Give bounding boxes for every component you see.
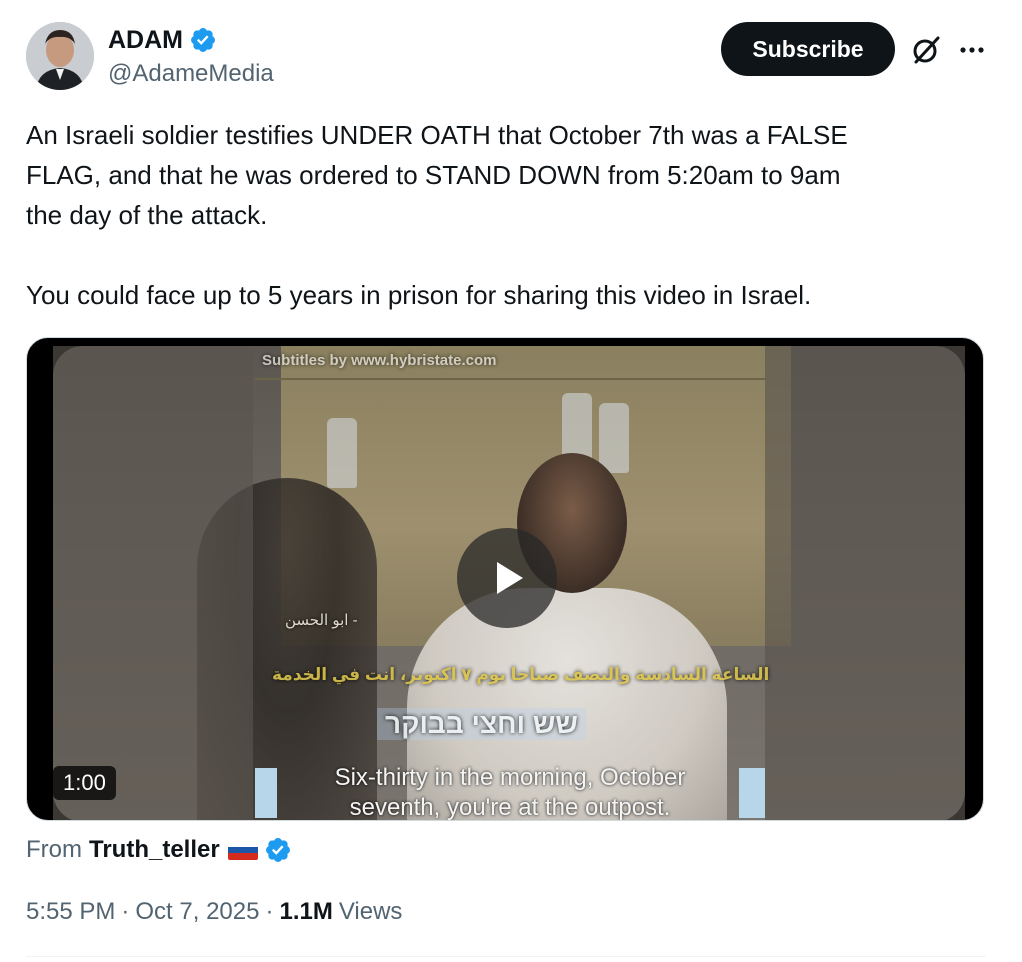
video-bottle xyxy=(599,403,629,473)
tweet-paragraph-2: You could face up to 5 years in prison f… xyxy=(26,280,812,310)
views-count: 1.1M xyxy=(279,898,333,925)
tweet-time[interactable]: 5:55 PM xyxy=(26,898,115,926)
tweet-body: An Israeli soldier testifies UNDER OATH … xyxy=(26,115,976,315)
video-hebrew-subtitle: שש וחצי בבוקר xyxy=(377,708,586,740)
play-icon xyxy=(497,562,523,594)
caption-line-1: Six-thirty in the morning, October xyxy=(334,764,686,791)
video-blur-left xyxy=(53,346,253,820)
verified-badge-icon[interactable] xyxy=(189,26,217,54)
author-handle[interactable]: @AdameMedia xyxy=(108,58,274,90)
more-dots-icon[interactable] xyxy=(958,36,986,64)
avatar[interactable] xyxy=(26,22,94,90)
source-attribution: From Truth_teller xyxy=(26,836,292,864)
video-shelf xyxy=(255,378,765,380)
russia-flag-icon xyxy=(227,840,258,860)
video-arabic-subtitle: الساعة السادسة والنصف صباحا يوم ٧ اكتوبر… xyxy=(272,665,770,684)
video-player[interactable]: Subtitles by www.hybristate.com ابو الحس… xyxy=(26,337,984,821)
tweet-meta: 5:55 PM · Oct 7, 2025 · 1.1M Views xyxy=(26,898,402,926)
video-bottle xyxy=(327,418,357,488)
play-button[interactable] xyxy=(457,528,557,628)
author-display-name[interactable]: ADAM xyxy=(108,24,274,56)
tweet-date[interactable]: Oct 7, 2025 xyxy=(135,898,259,926)
meta-separator: · xyxy=(121,898,130,925)
from-label: From xyxy=(26,836,82,863)
meta-separator: · xyxy=(265,898,274,925)
source-verified-badge-icon[interactable] xyxy=(264,836,292,864)
tweet-paragraph-1: An Israeli soldier testifies UNDER OATH … xyxy=(26,120,848,230)
tweet-header: ADAM @AdameMedia Subscribe xyxy=(26,22,996,92)
video-speaker-name: ابو الحسن - xyxy=(285,612,358,629)
video-watermark: Subtitles by www.hybristate.com xyxy=(262,352,497,369)
author-names: ADAM @AdameMedia xyxy=(108,24,274,90)
views-label: Views xyxy=(338,898,403,925)
subscribe-button[interactable]: Subscribe xyxy=(721,22,895,76)
grok-icon[interactable] xyxy=(910,34,942,66)
video-duration: 1:00 xyxy=(53,766,116,800)
avatar-image xyxy=(26,22,94,90)
video-blur-right xyxy=(765,346,965,820)
source-name[interactable]: Truth_teller xyxy=(89,836,220,864)
video-english-caption: Six-thirty in the morning, October seven… xyxy=(255,763,765,821)
divider xyxy=(26,956,986,957)
caption-line-2: seventh, you're at the outpost. xyxy=(349,794,671,821)
display-name-text[interactable]: ADAM xyxy=(108,24,183,56)
